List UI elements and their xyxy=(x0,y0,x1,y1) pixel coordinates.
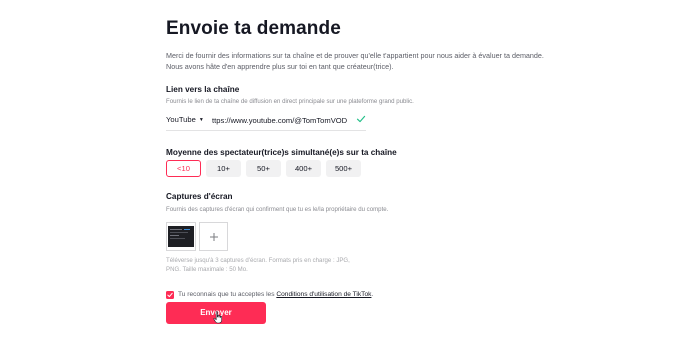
viewers-label: Moyenne des spectateur(trice)s simultané… xyxy=(166,148,397,157)
plus-icon xyxy=(210,233,218,241)
intro-text: Merci de fournir des informations sur ta… xyxy=(166,51,544,71)
terms-prefix: Tu reconnais que tu acceptes les xyxy=(178,291,277,298)
channel-link-field: YouTube ▼ xyxy=(166,113,366,131)
add-screenshot-button[interactable] xyxy=(199,222,228,251)
terms-checkbox[interactable] xyxy=(166,291,174,299)
checkmark-icon xyxy=(356,115,366,123)
platform-select[interactable]: YouTube ▼ xyxy=(166,115,204,124)
channel-link-label: Lien vers la chaîne xyxy=(166,85,240,94)
screenshots-label: Captures d'écran xyxy=(166,192,233,201)
viewer-option-10[interactable]: 10+ xyxy=(206,160,241,177)
viewer-option-lt10[interactable]: <10 xyxy=(166,160,201,177)
checkbox-check-icon xyxy=(167,292,173,298)
request-form: Envoie ta demande Merci de fournir des i… xyxy=(166,0,546,350)
page-title: Envoie ta demande xyxy=(166,18,341,39)
terms-consent-text: Tu reconnais que tu acceptes les Conditi… xyxy=(178,291,373,298)
channel-link-help: Fournis le lien de ta chaîne de diffusio… xyxy=(166,98,414,105)
upload-help-text: Téléverse jusqu'à 3 captures d'écran. Fo… xyxy=(166,257,350,273)
screenshot-thumbnail[interactable] xyxy=(166,222,196,251)
terms-link[interactable]: Conditions d'utilisation de TikTok xyxy=(276,291,371,298)
channel-url-input[interactable] xyxy=(212,113,352,128)
screenshot-preview-image xyxy=(168,226,194,247)
platform-select-value: YouTube xyxy=(166,115,196,124)
viewer-option-50[interactable]: 50+ xyxy=(246,160,281,177)
caret-down-icon: ▼ xyxy=(198,117,204,123)
viewer-option-400[interactable]: 400+ xyxy=(286,160,321,177)
viewer-option-500[interactable]: 500+ xyxy=(326,160,361,177)
hand-cursor-icon xyxy=(213,311,222,324)
screenshots-help: Fournis des captures d'écran qui confirm… xyxy=(166,206,389,213)
terms-suffix: . xyxy=(371,291,374,298)
